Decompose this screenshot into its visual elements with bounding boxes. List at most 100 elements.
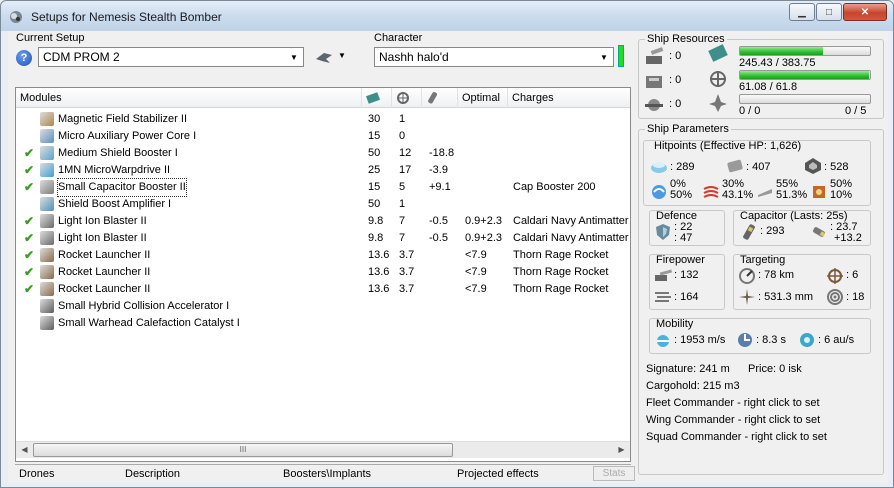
targeting-title: Targeting (740, 254, 786, 266)
squad-commander-slot[interactable]: Squad Commander - right click to set (646, 431, 827, 443)
horizontal-scrollbar[interactable]: ◀ III ▶ (16, 441, 630, 458)
tab-description[interactable]: Description (125, 465, 180, 483)
fleet-commander-slot[interactable]: Fleet Commander - right click to set (646, 397, 820, 409)
row-cpu: 50 (368, 198, 381, 210)
launcher-hardpoint-icon (646, 76, 662, 88)
cpu-bar-fill (740, 47, 824, 55)
chevron-down-icon: ▼ (600, 52, 608, 62)
turret-dps-icon (655, 269, 672, 281)
col-optimal[interactable]: Optimal (458, 88, 508, 108)
title-bar[interactable]: Setups for Nemesis Stealth Bomber ▁ □ ✕ (1, 1, 893, 31)
row-powergrid: 1 (399, 113, 406, 125)
price-value: Price: 0 isk (748, 363, 802, 375)
max-targets-icon (827, 268, 843, 284)
row-capacitor: -0.5 (429, 215, 448, 227)
scroll-left-icon[interactable]: ◀ (17, 443, 32, 457)
table-row[interactable]: Small Warhead Calefaction Catalyst I (16, 315, 630, 332)
table-row[interactable]: Micro Auxiliary Power Core I 15 0 (16, 128, 630, 145)
table-row[interactable]: ✔ 1MN MicroWarpdrive II 25 17 -3.9 (16, 162, 630, 179)
col-modules[interactable]: Modules (16, 88, 362, 108)
drone-bay-value: 0 / 0 (739, 105, 761, 117)
table-row[interactable]: ✔ Medium Shield Booster I 50 12 -18.8 (16, 145, 630, 162)
wing-commander-slot[interactable]: Wing Commander - right click to set (646, 414, 820, 426)
row-cpu: 50 (368, 147, 381, 159)
table-row[interactable]: ✔ Rocket Launcher II 13.6 3.7 <7.9 Thorn Rage… (16, 264, 630, 281)
row-powergrid: 3.7 (399, 266, 415, 278)
modules-header: Modules Optimal Charges (16, 88, 630, 108)
help-icon[interactable]: ? (16, 50, 32, 66)
row-module-name: Rocket Launcher II (58, 283, 151, 295)
row-capacitor: -0.5 (429, 232, 448, 244)
setup-select[interactable]: CDM PROM 2 ▼ (38, 47, 304, 67)
capacitor-icon (743, 224, 755, 240)
setup-menu-button[interactable]: ▼ (314, 49, 350, 67)
signature-value: Signature: 241 m (646, 363, 730, 375)
tab-projected-effects[interactable]: Projected effects (457, 465, 539, 483)
app-window: Setups for Nemesis Stealth Bomber ▁ □ ✕ … (0, 0, 894, 488)
row-powergrid: 1 (399, 198, 406, 210)
launcher-slots-value: : 0 (669, 74, 682, 86)
setup-select-value: CDM PROM 2 (43, 50, 120, 64)
table-row[interactable]: ✔ Light Ion Blaster II 9.8 7 -0.5 0.9+2.3 Cald… (16, 213, 630, 230)
stats-button[interactable]: Stats (593, 466, 635, 481)
row-cpu: 13.6 (368, 283, 390, 295)
missile-dps-icon (655, 292, 671, 302)
structure-hp-value: : 528 (824, 161, 849, 173)
power-core-icon (40, 129, 54, 143)
row-charges: Caldari Navy Antimatter C (513, 232, 630, 244)
character-status-indicator (618, 45, 624, 67)
table-row[interactable]: ✔ Rocket Launcher II 13.6 3.7 <7.9 Thorn Rage… (16, 281, 630, 298)
table-row[interactable]: Magnetic Field Stabilizer II 30 1 (16, 111, 630, 128)
capacitor-group: Capacitor (Lasts: 25s) : 293 : 23.7 +13.… (733, 210, 871, 246)
row-powergrid: 12 (399, 147, 412, 159)
col-powergrid[interactable] (392, 88, 422, 108)
rocket-launcher-icon (40, 265, 54, 279)
sensor-strength-icon (827, 289, 843, 305)
row-charges: Thorn Rage Rocket (513, 266, 609, 278)
row-status-check: ✔ (24, 265, 35, 279)
table-row[interactable]: Shield Boost Amplifier I 50 1 (16, 196, 630, 213)
maximize-button[interactable]: □ (816, 3, 842, 21)
row-powergrid: 7 (399, 232, 406, 244)
close-button[interactable]: ✕ (843, 3, 887, 21)
row-module-name: Small Warhead Calefaction Catalyst I (58, 317, 240, 329)
scroll-right-icon[interactable]: ▶ (614, 443, 629, 457)
row-status-check: ✔ (24, 231, 35, 245)
character-select[interactable]: Nashh halo'd ▼ (374, 47, 614, 67)
col-charges[interactable]: Charges (508, 88, 630, 108)
capacitor-recharge-icon (813, 227, 826, 237)
row-capacitor: +9.1 (429, 181, 451, 193)
col-cpu[interactable] (362, 88, 392, 108)
table-row[interactable]: ✔ Rocket Launcher II 13.6 3.7 <7.9 Thorn Rage… (16, 247, 630, 264)
row-cpu: 25 (368, 164, 381, 176)
powergrid-icon (397, 92, 409, 104)
row-module-name: Small Hybrid Collision Accelerator I (58, 300, 230, 312)
modules-list[interactable]: Modules Optimal Charges Magnetic Field S… (15, 87, 631, 462)
table-row[interactable]: ✔ Small Capacitor Booster II 15 5 +9.1 Cap Bo… (16, 178, 630, 197)
row-module-name: Rocket Launcher II (58, 266, 151, 278)
row-module-name: Rocket Launcher II (58, 249, 151, 261)
tab-drones[interactable]: Drones (19, 465, 54, 483)
row-status-check: ✔ (24, 248, 35, 262)
warp-speed-icon (800, 333, 814, 347)
table-row[interactable]: Small Hybrid Collision Accelerator I (16, 298, 630, 315)
row-cpu: 9.8 (368, 232, 384, 244)
table-row[interactable]: ✔ Light Ion Blaster II 9.8 7 -0.5 0.9+2.3 Cald… (16, 230, 630, 247)
row-status-check: ✔ (24, 282, 35, 296)
row-charges: Caldari Navy Antimatter C (513, 215, 630, 227)
kinetic-resist-bottom: 51.3% (776, 189, 808, 201)
row-cpu: 9.8 (368, 215, 384, 227)
row-status-check: ✔ (24, 163, 35, 177)
scroll-thumb[interactable]: III (33, 443, 453, 457)
calibration-value: : 0 (669, 98, 682, 110)
tab-boosters-implants[interactable]: Boosters\Implants (283, 465, 371, 483)
magnetic-field-stabilizer-icon (40, 112, 54, 126)
capacitor-delta-b: +13.2 (834, 232, 862, 244)
row-optimal: 0.9+2.3 (465, 215, 503, 227)
bottom-tabs: Drones Description Boosters\Implants Pro… (15, 464, 635, 483)
microwarpdrive-icon (40, 163, 54, 177)
drone-bay-icon (709, 94, 727, 112)
col-capacitor[interactable] (422, 88, 458, 108)
capacitor-booster-icon (40, 180, 54, 194)
minimize-button[interactable]: ▁ (789, 3, 815, 21)
